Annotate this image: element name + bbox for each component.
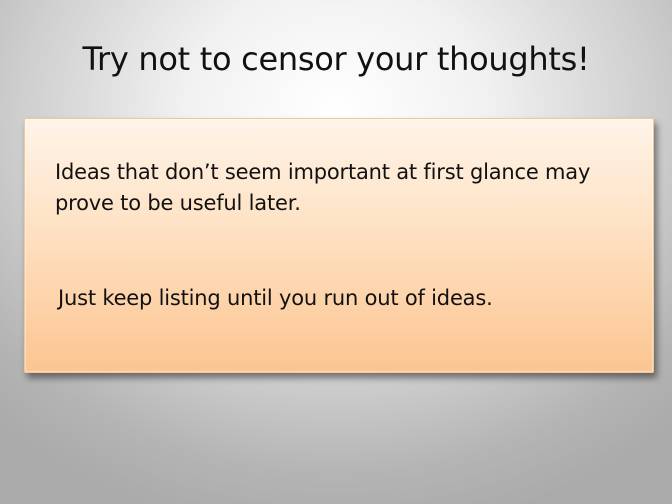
slide-title: Try not to censor your thoughts!	[82, 40, 590, 78]
slide: Try not to censor your thoughts! Ideas t…	[0, 0, 672, 504]
paragraph-ideas-useful-later: Ideas that don’t seem important at first…	[55, 160, 591, 215]
content-box: Ideas that don’t seem important at first…	[24, 118, 654, 373]
paragraph-keep-listing: Just keep listing until you run out of i…	[58, 286, 493, 310]
